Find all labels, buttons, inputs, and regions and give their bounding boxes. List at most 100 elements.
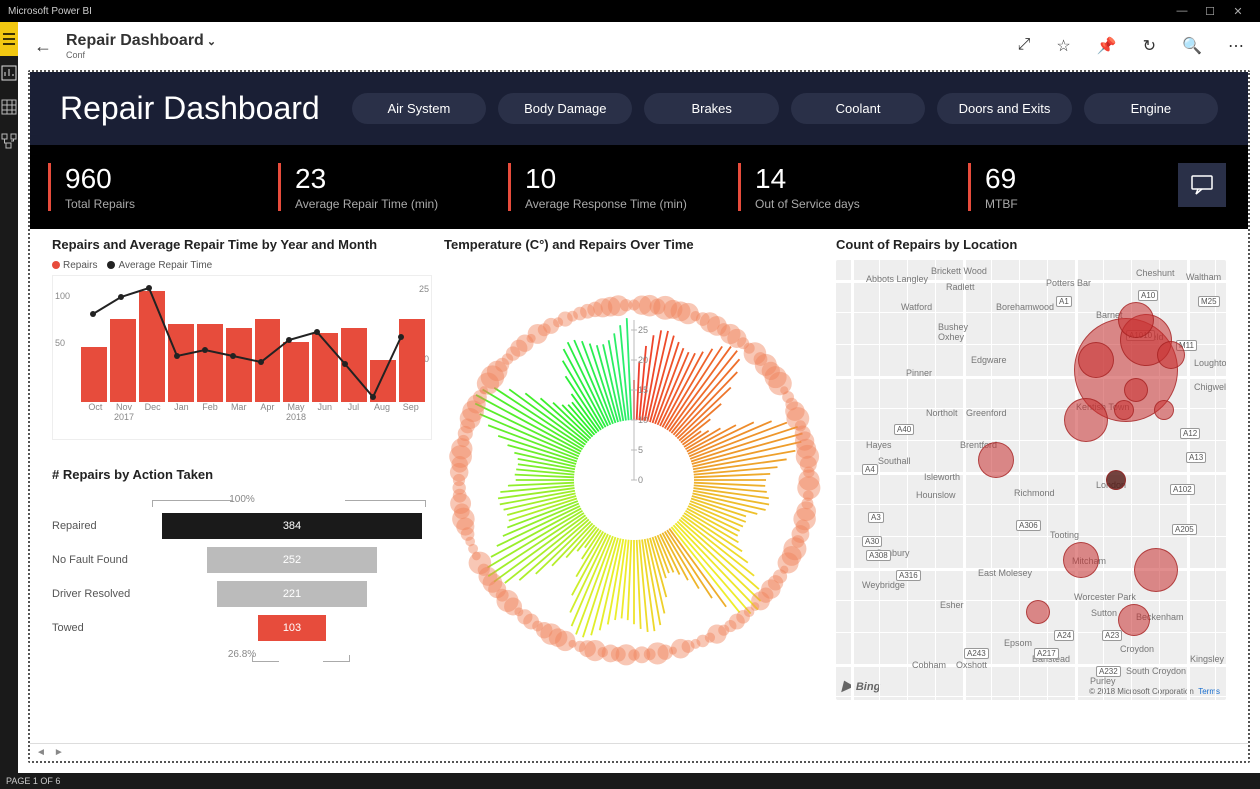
back-button[interactable]: ←	[34, 36, 52, 57]
map-bubble[interactable]	[1154, 400, 1174, 420]
map-place-label: Waltham	[1186, 272, 1221, 282]
chevron-down-icon[interactable]: ⌄	[207, 36, 216, 48]
page-nav: ◄ ►	[30, 743, 1248, 761]
kpi-total-repairs[interactable]: 960 Total Repairs	[48, 163, 248, 211]
funnel-row[interactable]: Towed103	[52, 615, 432, 641]
map-place-label: Sutton	[1091, 608, 1117, 618]
bar	[283, 342, 309, 402]
map-bubble[interactable]	[1134, 548, 1178, 592]
road-shield: A24	[1054, 630, 1074, 641]
map-bubble[interactable]	[978, 442, 1014, 478]
map-place-label: Greenford	[966, 408, 1007, 418]
bar	[81, 347, 107, 402]
map-terms-link[interactable]: Terms	[1198, 687, 1220, 696]
map-bubble[interactable]	[1124, 378, 1148, 402]
svg-text:20: 20	[638, 355, 648, 365]
road-shield: M25	[1198, 296, 1220, 307]
map-place-label: Tooting	[1050, 530, 1079, 540]
map-place-label: Isleworth	[924, 472, 960, 482]
road-shield: A23	[1102, 630, 1122, 641]
road-shield: A217	[1034, 648, 1059, 659]
bar	[139, 291, 165, 402]
map-place-label: Northolt	[926, 408, 958, 418]
map-place-label: Worcester Park	[1074, 592, 1136, 602]
kpi-out-of-service[interactable]: 14 Out of Service days	[738, 163, 938, 211]
road-shield: A232	[1096, 666, 1121, 677]
combo-legend: Repairs Average Repair Time	[52, 260, 432, 271]
bar	[399, 319, 425, 402]
road-shield: A4	[862, 464, 878, 475]
funnel-chart-panel[interactable]: # Repairs by Action Taken 100% Repaired3…	[52, 467, 432, 707]
kpi-avg-repair-time[interactable]: 23 Average Repair Time (min)	[278, 163, 478, 211]
kpi-mtbf[interactable]: 69 MTBF	[968, 163, 1148, 211]
map-place-label: Abbots Langley	[866, 274, 928, 284]
nav-report-icon[interactable]	[0, 56, 18, 90]
map-place-label: Hounslow	[916, 490, 956, 500]
more-icon[interactable]: ⋯	[1228, 36, 1244, 56]
combo-chart-panel[interactable]: Repairs and Average Repair Time by Year …	[52, 237, 432, 467]
map-bubble[interactable]	[1063, 542, 1099, 578]
map-place-label: Oxshott	[956, 660, 987, 670]
filter-air-system[interactable]: Air System	[352, 93, 486, 124]
nav-model-icon[interactable]	[0, 124, 18, 158]
close-button[interactable]: ✕	[1224, 5, 1252, 18]
refresh-icon[interactable]: ↻	[1143, 36, 1156, 56]
bar	[255, 319, 281, 402]
bar	[197, 324, 223, 402]
map-bubble[interactable]	[1114, 400, 1134, 420]
radial-chart-panel[interactable]: Temperature (C°) and Repairs Over Time 2…	[444, 237, 824, 707]
funnel-row[interactable]: Repaired384	[52, 513, 432, 539]
hamburger-button[interactable]	[0, 22, 18, 56]
page-next[interactable]: ►	[54, 747, 64, 758]
maximize-button[interactable]: ☐	[1196, 5, 1224, 18]
map-place-label: Chigwell	[1194, 382, 1226, 392]
map-place-label: Pinner	[906, 368, 932, 378]
filter-doors-exits[interactable]: Doors and Exits	[937, 93, 1071, 124]
filter-body-damage[interactable]: Body Damage	[498, 93, 632, 124]
fullscreen-icon[interactable]: ⤢	[1018, 36, 1031, 56]
map-place-label: Purley	[1090, 676, 1116, 686]
dashboard-header: Repair Dashboard Air System Body Damage …	[30, 72, 1248, 145]
page-title[interactable]: Repair Dashboard	[66, 32, 204, 49]
map-bubble[interactable]	[1118, 302, 1154, 338]
map-place-label: Esher	[940, 600, 964, 610]
kpi-avg-response-time[interactable]: 10 Average Response Time (min)	[508, 163, 708, 211]
search-icon[interactable]: 🔍	[1182, 36, 1202, 56]
pin-icon[interactable]: 📌	[1097, 36, 1117, 56]
nav-data-icon[interactable]	[0, 90, 18, 124]
funnel-row[interactable]: No Fault Found252	[52, 547, 432, 573]
report-canvas[interactable]: Repair Dashboard Air System Body Damage …	[28, 70, 1250, 763]
road-shield: A40	[894, 424, 914, 435]
map-place-label: Southall	[878, 456, 911, 466]
map-place-label: Oxhey	[938, 332, 964, 342]
filter-engine[interactable]: Engine	[1084, 93, 1218, 124]
svg-text:15: 15	[638, 385, 648, 395]
svg-text:25: 25	[638, 325, 648, 335]
road-shield: A1	[1056, 296, 1072, 307]
combo-chart-title: Repairs and Average Repair Time by Year …	[52, 237, 432, 252]
map-title: Count of Repairs by Location	[836, 237, 1226, 252]
minimize-button[interactable]: —	[1168, 5, 1196, 17]
map-place-label: Bushey	[938, 322, 968, 332]
page-prev[interactable]: ◄	[36, 747, 46, 758]
map-bubble[interactable]	[1106, 470, 1126, 490]
map-place-label: East Molesey	[978, 568, 1032, 578]
map-panel[interactable]: Count of Repairs by Location ▶ Bing © 20…	[836, 237, 1226, 707]
svg-text:10: 10	[638, 415, 648, 425]
favorite-icon[interactable]: ☆	[1056, 36, 1070, 56]
map-bubble[interactable]	[1026, 600, 1050, 624]
filter-coolant[interactable]: Coolant	[791, 93, 925, 124]
filter-brakes[interactable]: Brakes	[644, 93, 778, 124]
chat-button[interactable]	[1178, 163, 1226, 207]
map-bubble[interactable]	[1118, 604, 1150, 636]
map-bubble[interactable]	[1064, 398, 1108, 442]
map-bubble[interactable]	[1157, 341, 1185, 369]
kpi-row: 960 Total Repairs 23 Average Repair Time…	[30, 145, 1248, 229]
status-bar: PAGE 1 OF 6	[0, 773, 1260, 789]
road-shield: A306	[1016, 520, 1041, 531]
map-bubble[interactable]	[1078, 342, 1114, 378]
map-place-label: Loughton	[1194, 358, 1226, 368]
map-place-label: Borehamwood	[996, 302, 1054, 312]
funnel-row[interactable]: Driver Resolved221	[52, 581, 432, 607]
bar	[168, 324, 194, 402]
